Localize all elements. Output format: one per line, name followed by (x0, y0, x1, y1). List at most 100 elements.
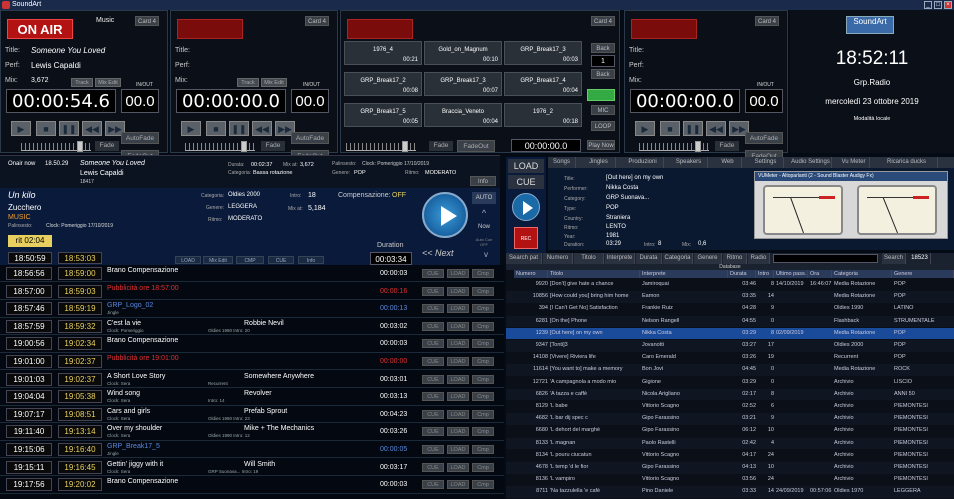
loop-button[interactable]: LOOP (591, 121, 615, 131)
cue-button[interactable]: CUE (268, 256, 294, 264)
playlist-row[interactable]: 19:01:03 19:02:37 A Short Love Story Clock:… (0, 371, 504, 388)
tab-ricarica-ducks[interactable]: Ricarica ducks (876, 157, 938, 168)
playlist-row[interactable]: 19:15:11 19:16:45 Gettin' jiggy with it Clo… (0, 459, 504, 476)
stop-icon[interactable]: ■ (36, 121, 56, 136)
pause-icon[interactable]: ❚❚ (683, 121, 703, 136)
load-button[interactable]: LOAD (447, 392, 469, 402)
tab-songs[interactable]: Songs (548, 157, 576, 168)
cue-button[interactable]: CUE (422, 357, 444, 366)
column-header[interactable]: Titolo (548, 270, 640, 278)
column-header[interactable]: Ora (808, 270, 832, 278)
play-icon[interactable]: ▶ (635, 121, 655, 136)
table-row[interactable]: 9347 [Tonti]3 Jovanotti 03:27 17 Oldies 2000 P… (506, 340, 954, 352)
cmp-button[interactable]: Cmp (472, 357, 494, 366)
rewind-icon[interactable]: ◀◀ (706, 121, 726, 136)
minimize-icon[interactable]: _ (924, 1, 932, 9)
tab-audio-settings[interactable]: Audio Settings (790, 157, 832, 168)
cue-button[interactable]: CUE (422, 304, 444, 314)
load-button[interactable]: LOAD (447, 339, 469, 349)
fade-button[interactable]: Fade (261, 141, 285, 151)
cart-button[interactable]: 1976_4 00:21 (344, 41, 422, 65)
card-button[interactable]: Card 4 (305, 16, 329, 26)
table-row[interactable]: 12721 'A campagnola a modo mio Gigione 03:2… (506, 377, 954, 389)
playlist-row[interactable]: 19:17:56 19:20:02 Brano Compensazione 00:00… (0, 476, 504, 494)
column-header[interactable]: Categoria (832, 270, 892, 278)
playlist-row[interactable]: 19:04:04 19:05:38 Wind song Clock: Sera Revo… (0, 388, 504, 406)
close-icon[interactable]: × (944, 1, 952, 9)
mix-edit-button[interactable]: Mix Edit (203, 256, 233, 264)
table-row[interactable]: 4682 'L bar dij spec c Gipo Farassino 03:21… (506, 413, 954, 425)
play-icon[interactable]: ▶ (11, 121, 31, 136)
cmp-button[interactable]: Cmp (472, 374, 494, 384)
search-filter-4[interactable]: Durata (636, 253, 662, 264)
playlist-row[interactable]: 18:56:56 18:59:00 Brano Compensazione 00:00… (0, 265, 504, 283)
tab-settings[interactable]: Settings (748, 157, 784, 168)
next-button[interactable]: << Next (422, 248, 454, 258)
cmp-button[interactable]: Cmp (472, 321, 494, 331)
back-button[interactable]: Back (591, 43, 615, 53)
column-header[interactable]: Numero (514, 270, 548, 278)
cue-button[interactable]: CUE (422, 462, 444, 472)
cart-button[interactable]: GRP_Break17_4 00:04 (504, 72, 582, 96)
load-button[interactable]: LOAD (447, 321, 469, 331)
playlist-row[interactable]: 19:01:00 19:02:37 Pubblicità ore 19:01:00 0… (0, 353, 504, 371)
fade-button[interactable]: Fade (95, 141, 119, 151)
volume-slider[interactable] (639, 141, 709, 152)
track-button[interactable]: Track (237, 78, 259, 87)
cue-button[interactable]: CUE (422, 445, 444, 454)
cue-button[interactable]: CUE (422, 339, 444, 349)
stop-icon[interactable]: ■ (206, 121, 226, 136)
cue-button[interactable]: CUE (422, 392, 444, 402)
column-header[interactable]: Genere (892, 270, 954, 278)
tab-web[interactable]: Web (714, 157, 742, 168)
cart-button[interactable]: Gold_on_Magnum 00:10 (424, 41, 502, 65)
auto-cue-toggle[interactable]: Auto Cue OFF (472, 237, 496, 249)
column-header[interactable]: Durata (728, 270, 756, 278)
cart-button[interactable]: 1976_2 00:18 (504, 103, 582, 127)
search-filter-7[interactable]: Ritmo (723, 253, 747, 264)
pause-icon[interactable]: ❚❚ (59, 121, 79, 136)
load-button[interactable]: LOAD (447, 286, 469, 296)
cart-button[interactable]: GRP_Break17_3 00:07 (424, 72, 502, 96)
info-button[interactable]: Info (298, 256, 324, 264)
playlist-row[interactable]: 18:57:00 18:59:03 Pubblicità ore 18:57:00 0… (0, 283, 504, 300)
cmp-button[interactable]: Cmp (472, 462, 494, 472)
load-button[interactable]: LOAD (447, 445, 469, 454)
cue-button[interactable]: CUE (422, 269, 444, 278)
search-filter-6[interactable]: Genere (694, 253, 722, 264)
playlist-row[interactable]: 18:57:59 18:59:32 C'est la vie Clock: Pomer… (0, 318, 504, 336)
cue-button[interactable]: CUE (508, 175, 544, 189)
column-header[interactable]: Interprete (640, 270, 728, 278)
playlist-row[interactable]: 19:15:06 19:16:40 GRP_Break17_5 Jingle 00:00… (0, 441, 504, 459)
cart-button[interactable]: GRP_Break17_3 00:03 (504, 41, 582, 65)
up-arrow-icon[interactable]: ^ (472, 208, 496, 220)
cmp-button[interactable]: Cmp (472, 409, 494, 419)
load-button[interactable]: LOAD (447, 304, 469, 314)
cart-button[interactable]: GRP_Break17_5 00:05 (344, 103, 422, 127)
table-row[interactable]: 8711 'Na tazzulella 'e cafè Pino Daniele 03… (506, 486, 954, 499)
cmp-button[interactable]: Cmp (472, 304, 494, 314)
search-filter-8[interactable]: Radio (748, 253, 770, 264)
search-filter-2[interactable]: Titolo (574, 253, 604, 264)
table-row[interactable]: 10856 [How could you] bring him home Eamon… (506, 291, 954, 303)
tab-vu-meter[interactable]: Vu Meter (838, 157, 870, 168)
load-button[interactable]: LOAD (447, 409, 469, 419)
table-row[interactable]: 6826 'A tazza e caffè Nicola Arigliano 02:1… (506, 388, 954, 401)
load-button[interactable]: LOAD (447, 480, 469, 490)
cart-button[interactable]: GRP_Break17_2 00:08 (344, 72, 422, 96)
table-row[interactable]: 14108 [Vivere] Riviera life Caro Emerald 03… (506, 352, 954, 364)
cmp-button[interactable]: Cmp (472, 339, 494, 349)
card-button[interactable]: Card 4 (755, 16, 779, 26)
load-button[interactable]: LOAD (447, 269, 469, 278)
volume-slider[interactable] (21, 141, 91, 152)
tab-speakers[interactable]: Speakers (670, 157, 708, 168)
volume-slider[interactable] (346, 141, 416, 152)
cue-button[interactable]: CUE (422, 480, 444, 490)
search-input[interactable] (773, 254, 878, 263)
play-icon[interactable]: ▶ (181, 121, 201, 136)
search-filter-3[interactable]: Interprete (605, 253, 635, 264)
load-button[interactable]: LOAD (447, 357, 469, 366)
table-row[interactable]: 1239 [Out here] on my own Nikka Costa 03:29… (506, 327, 954, 340)
cart-button[interactable]: Braccia_Veneto 00:04 (424, 103, 502, 127)
table-row[interactable]: 11614 [You want to] make a memory Bon Jovi… (506, 364, 954, 377)
